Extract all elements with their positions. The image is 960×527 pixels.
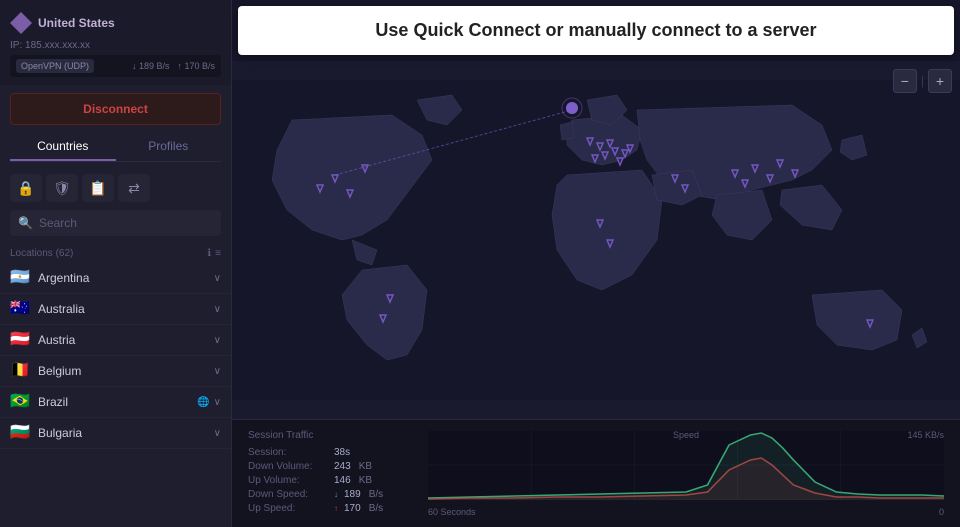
sidebar: United States IP: 185.xxx.xxx.xx OpenVPN… — [0, 0, 232, 527]
flag-argentina: 🇦🇷 — [10, 271, 30, 285]
stat-up-speed: Up Speed: ↑ 170 B/s — [248, 503, 408, 514]
map-divider: | — [921, 74, 924, 88]
search-box: 🔍 — [10, 210, 221, 236]
list-item[interactable]: 🇦🇹 Austria ∨ — [0, 325, 231, 356]
tab-countries[interactable]: Countries — [10, 133, 116, 161]
list-item[interactable]: 🇦🇷 Argentina ∨ — [0, 263, 231, 294]
chevron-down-icon[interactable]: ∨ — [214, 273, 221, 284]
list-item[interactable]: 🇦🇺 Australia ∨ — [0, 294, 231, 325]
zoom-out-button[interactable]: − — [893, 69, 917, 93]
sidebar-header: United States IP: 185.xxx.xxx.xx OpenVPN… — [0, 0, 231, 85]
stat-unit-downvol: KB — [359, 461, 372, 472]
stat-unit-downspd: B/s — [369, 489, 383, 500]
country-name: Australia — [38, 302, 214, 316]
locations-sort-icon[interactable]: ≡ — [215, 248, 221, 259]
disconnect-button[interactable]: Disconnect — [10, 93, 221, 125]
globe-icon: 🌐 — [197, 397, 209, 408]
stat-label-downvol: Down Volume: — [248, 461, 328, 472]
logo-row: United States — [10, 8, 221, 38]
stat-up-volume: Up Volume: 146 KB — [248, 475, 408, 486]
filter-icons: 🔒 🛡 📋 ⇄ — [0, 170, 231, 210]
speed-down: ↓ 189 B/s — [132, 61, 170, 71]
locations-icons: ℹ ≡ — [207, 248, 221, 259]
stats-row: Session Traffic Session: 38s Down Volume… — [248, 430, 944, 517]
speed-up: ↑ 170 B/s — [177, 61, 215, 71]
stat-session: Session: 38s — [248, 447, 408, 458]
chart-top-label: 145 KB/s — [907, 430, 944, 440]
filter-arrows-icon[interactable]: ⇄ — [118, 174, 150, 202]
country-name: Argentina — [38, 271, 214, 285]
country-name: Brazil — [38, 395, 197, 409]
country-name: Austria — [38, 333, 214, 347]
filter-file-icon[interactable]: 📋 — [82, 174, 114, 202]
chevron-down-icon[interactable]: ∨ — [214, 366, 221, 377]
stat-unit-upvol: KB — [359, 475, 372, 486]
stat-down-speed: Down Speed: ↓ 189 B/s — [248, 489, 408, 500]
zoom-in-button[interactable]: + — [928, 69, 952, 93]
chart-area: Speed 145 KB/s — [428, 430, 944, 517]
country-name: Belgium — [38, 364, 214, 378]
speed-chart — [428, 430, 944, 500]
stats-panel: Session Traffic Session: 38s Down Volume… — [232, 419, 960, 527]
chart-bottom-label: 60 Seconds — [428, 507, 476, 517]
list-item[interactable]: 🇧🇬 Bulgaria ∨ — [0, 418, 231, 449]
stat-value-downspd: 189 — [344, 489, 361, 500]
filter-lock-icon[interactable]: 🔒 — [10, 174, 42, 202]
map-area: − | + — [232, 61, 960, 419]
flag-belgium: 🇧🇪 — [10, 364, 30, 378]
chevron-down-icon[interactable]: ∨ — [214, 397, 221, 408]
protocol-row: OpenVPN (UDP) ↓ 189 B/s ↑ 170 B/s — [10, 55, 221, 77]
flag-australia: 🇦🇺 — [10, 302, 30, 316]
speed-label: Speed — [673, 430, 699, 440]
locations-info-icon[interactable]: ℹ — [207, 248, 211, 259]
ip-display: IP: 185.xxx.xxx.xx — [10, 40, 221, 51]
up-arrow-icon: ↑ — [334, 504, 338, 513]
flag-brazil: 🇧🇷 — [10, 395, 30, 409]
search-input[interactable] — [39, 216, 213, 230]
stat-value-downvol: 243 — [334, 461, 351, 472]
tabs-row: Countries Profiles — [10, 133, 221, 162]
chevron-down-icon[interactable]: ∨ — [214, 428, 221, 439]
stat-down-volume: Down Volume: 243 KB — [248, 461, 408, 472]
country-name: Bulgaria — [38, 426, 214, 440]
chevron-down-icon[interactable]: ∨ — [214, 335, 221, 346]
logo-icon — [10, 12, 32, 34]
list-item[interactable]: 🇧🇪 Belgium ∨ — [0, 356, 231, 387]
locations-label: Locations (62) — [10, 248, 73, 259]
world-map — [232, 61, 960, 419]
app-title: United States — [38, 16, 115, 30]
app-container: United States IP: 185.xxx.xxx.xx OpenVPN… — [0, 0, 960, 527]
flag-bulgaria: 🇧🇬 — [10, 426, 30, 440]
list-item[interactable]: 🇧🇷 Brazil 🌐 ∨ — [0, 387, 231, 418]
speed-info: ↓ 189 B/s ↑ 170 B/s — [132, 61, 215, 71]
stat-label-downspd: Down Speed: — [248, 489, 328, 500]
country-list: 🇦🇷 Argentina ∨ 🇦🇺 Australia ∨ 🇦🇹 Austria… — [0, 263, 231, 527]
down-arrow-icon: ↓ — [334, 490, 338, 499]
stat-value-upspd: 170 — [344, 503, 361, 514]
protocol-badge: OpenVPN (UDP) — [16, 59, 94, 73]
stat-label-upspd: Up Speed: — [248, 503, 328, 514]
chevron-down-icon[interactable]: ∨ — [214, 304, 221, 315]
tooltip-banner: Use Quick Connect or manually connect to… — [238, 6, 954, 55]
flag-austria: 🇦🇹 — [10, 333, 30, 347]
stats-title: Session Traffic — [248, 430, 408, 441]
stats-left: Session Traffic Session: 38s Down Volume… — [248, 430, 408, 517]
stat-value-upvol: 146 — [334, 475, 351, 486]
chart-right-label: 0 — [939, 507, 944, 517]
stat-label-upvol: Up Volume: — [248, 475, 328, 486]
main-content: Use Quick Connect or manually connect to… — [232, 0, 960, 527]
locations-header: Locations (62) ℹ ≡ — [0, 244, 231, 263]
stat-label-session: Session: — [248, 447, 328, 458]
filter-shield-icon[interactable]: 🛡 — [46, 174, 78, 202]
tab-profiles[interactable]: Profiles — [116, 133, 222, 161]
search-icon: 🔍 — [18, 216, 33, 230]
stat-value-session: 38s — [334, 447, 350, 458]
map-controls: − | + — [893, 69, 952, 93]
stat-unit-upspd: B/s — [369, 503, 383, 514]
